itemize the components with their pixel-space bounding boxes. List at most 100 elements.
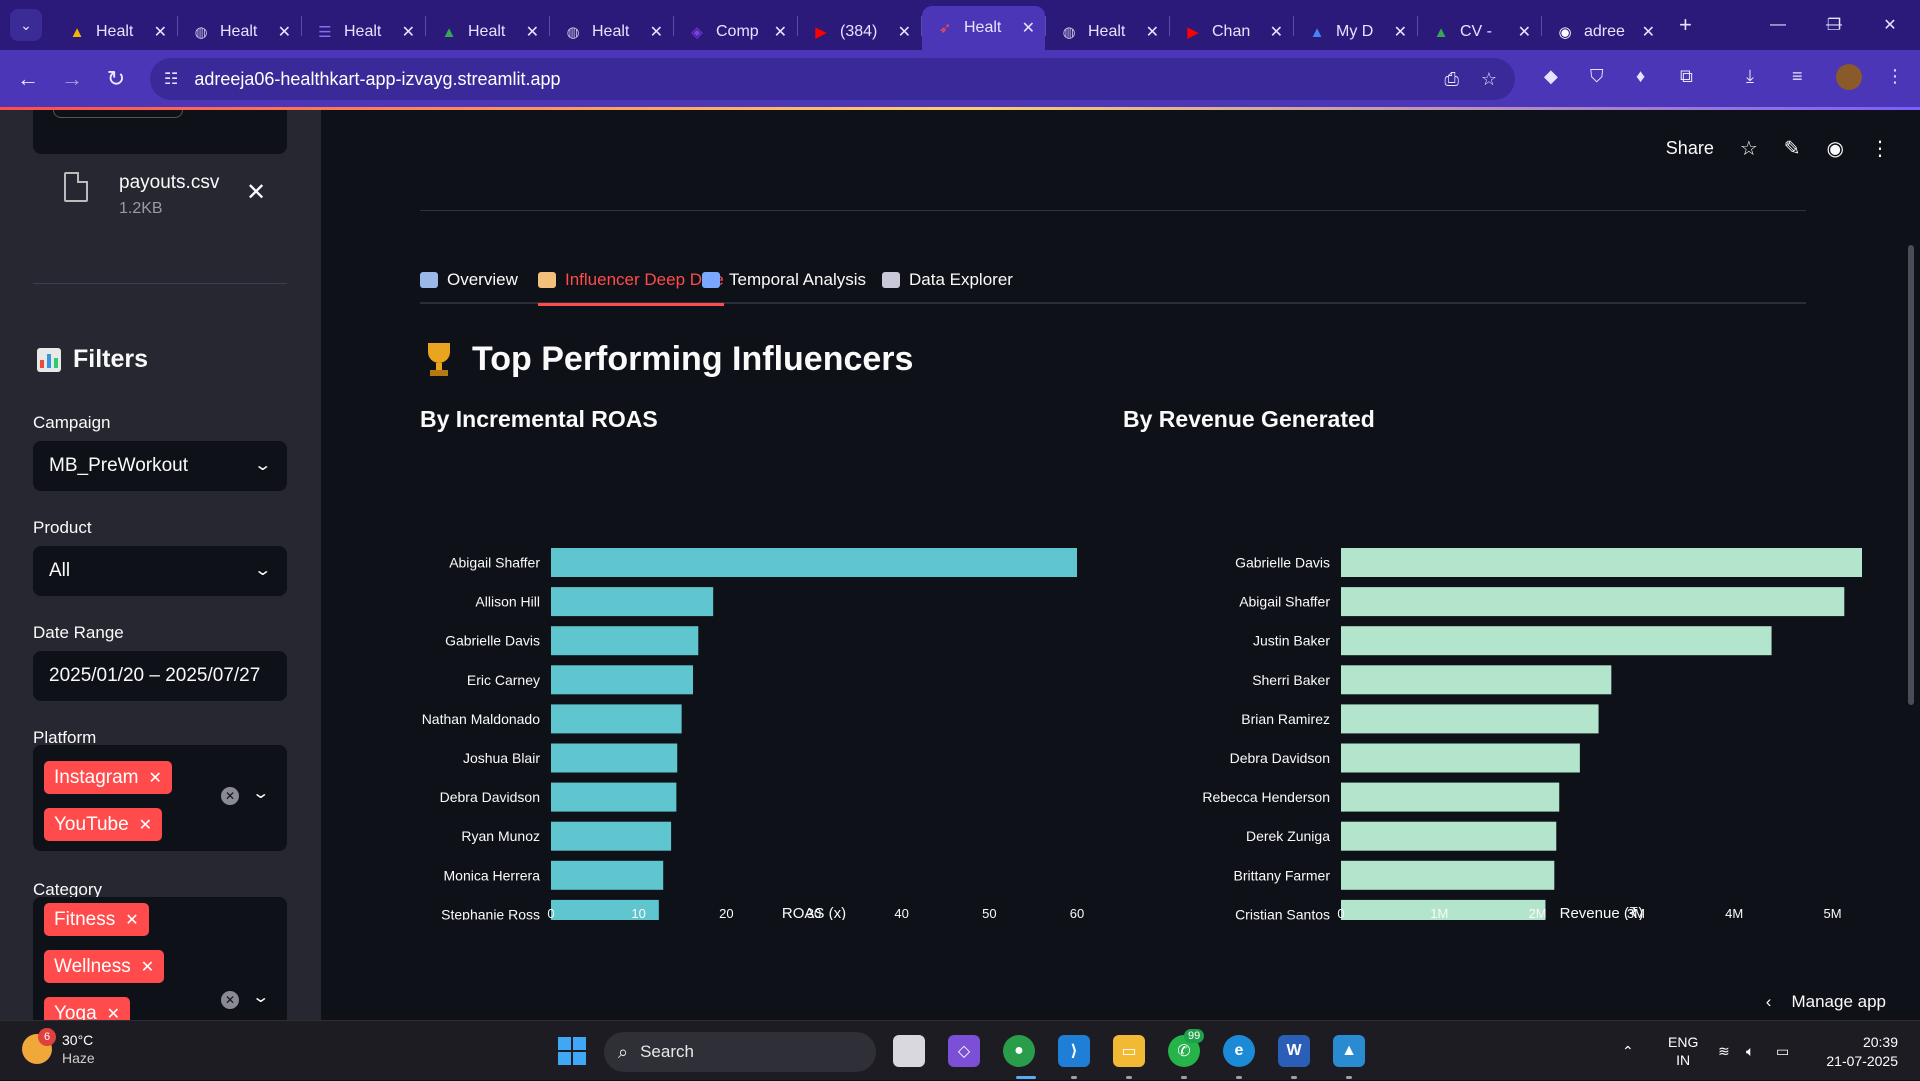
bar[interactable] bbox=[551, 821, 672, 851]
browser-tab[interactable]: ▲ My D ✕ bbox=[1294, 14, 1417, 50]
close-tab-icon[interactable]: ✕ bbox=[1394, 22, 1407, 42]
minimize-icon[interactable]: — bbox=[1750, 0, 1806, 50]
tab-temporal-analysis[interactable]: Temporal Analysis bbox=[702, 256, 866, 304]
date-range-input[interactable]: 2025/01/20 – 2025/07/27 bbox=[33, 651, 287, 701]
address-bar[interactable]: ☷ adreeja06-healthkart-app-izvayg.stream… bbox=[150, 58, 1515, 100]
bar[interactable] bbox=[551, 548, 1077, 577]
system-clock[interactable]: 20:39 21-07-2025 bbox=[1826, 1033, 1898, 1071]
edit-pencil-icon[interactable]: ✎ bbox=[1784, 136, 1801, 161]
profile-avatar[interactable] bbox=[1836, 64, 1862, 90]
media-controls-icon[interactable]: ≡ bbox=[1792, 66, 1803, 87]
install-app-icon[interactable]: ⎙ bbox=[1444, 69, 1458, 90]
browser-menu-icon[interactable]: ⋮ bbox=[1886, 66, 1904, 87]
chip-remove-icon[interactable]: ✕ bbox=[148, 768, 161, 788]
close-tab-icon[interactable]: ✕ bbox=[898, 22, 911, 42]
close-tab-icon[interactable]: ✕ bbox=[402, 22, 415, 42]
browser-tab[interactable]: ◈ Comp ✕ bbox=[674, 14, 797, 50]
platform-multiselect[interactable]: Instagram ✕ YouTube ✕ ✕ ⌄ bbox=[33, 745, 287, 851]
visual-studio-icon[interactable]: ◇ bbox=[948, 1035, 980, 1067]
browser-tab[interactable]: ◍ Healt ✕ bbox=[1046, 14, 1169, 50]
category-chip[interactable]: Fitness ✕ bbox=[44, 903, 149, 936]
new-tab-button[interactable]: + bbox=[1679, 12, 1692, 38]
forward-icon[interactable]: → bbox=[50, 57, 94, 101]
browser-tab[interactable]: ◍ Healt ✕ bbox=[178, 14, 301, 50]
category-multiselect[interactable]: Fitness ✕ Wellness ✕ Yoga ✕ ✕ ⌄ bbox=[33, 897, 287, 1020]
star-icon[interactable]: ☆ bbox=[1740, 136, 1758, 161]
close-window-icon[interactable]: ✕ bbox=[1862, 0, 1918, 50]
bar[interactable] bbox=[1341, 548, 1862, 577]
extension-1-icon[interactable]: ◆ bbox=[1544, 66, 1558, 87]
bar[interactable] bbox=[551, 704, 682, 734]
browser-tab[interactable]: ▲ Healt ✕ bbox=[426, 14, 549, 50]
weather-widget[interactable]: 6 30°C Haze bbox=[22, 1028, 95, 1067]
task-view-icon[interactable] bbox=[893, 1035, 925, 1067]
back-icon[interactable]: ← bbox=[6, 57, 50, 101]
share-button[interactable]: Share bbox=[1666, 138, 1714, 159]
tab-influencer-deep-dive[interactable]: Influencer Deep Dive bbox=[538, 256, 724, 306]
tab-data-explorer[interactable]: Data Explorer bbox=[882, 256, 1013, 304]
category-chip[interactable]: Yoga ✕ bbox=[44, 997, 131, 1020]
extension-3-icon[interactable]: ♦ bbox=[1636, 66, 1645, 87]
browse-files-button[interactable] bbox=[53, 110, 183, 118]
file-explorer-icon[interactable]: ▭ bbox=[1113, 1035, 1145, 1067]
bar[interactable] bbox=[1341, 782, 1560, 812]
tab-overview[interactable]: Overview bbox=[420, 256, 518, 304]
tray-overflow-icon[interactable]: ⌃ bbox=[1622, 1021, 1634, 1081]
bar[interactable] bbox=[1341, 626, 1772, 656]
bar[interactable] bbox=[551, 587, 714, 617]
chevron-down-icon[interactable]: ⌄ bbox=[251, 783, 270, 803]
volume-icon[interactable]: 🔈︎ bbox=[1746, 1021, 1754, 1081]
start-windows-icon[interactable] bbox=[558, 1037, 586, 1065]
close-tab-icon[interactable]: ✕ bbox=[774, 22, 787, 42]
chip-remove-icon[interactable]: ✕ bbox=[125, 910, 138, 930]
platform-chip[interactable]: Instagram ✕ bbox=[44, 761, 172, 794]
url-text[interactable]: adreeja06-healthkart-app-izvayg.streamli… bbox=[194, 69, 560, 90]
close-tab-icon[interactable]: ✕ bbox=[650, 22, 663, 42]
browser-tab[interactable]: ▶ (384) ✕ bbox=[798, 14, 921, 50]
platform-chip[interactable]: YouTube ✕ bbox=[44, 808, 163, 841]
tab-search-button[interactable]: ⌄ bbox=[10, 9, 42, 41]
vscode-icon[interactable]: ⟩ bbox=[1058, 1035, 1090, 1067]
close-tab-icon[interactable]: ✕ bbox=[1270, 22, 1283, 42]
bar[interactable] bbox=[1341, 587, 1845, 617]
main-scrollbar[interactable] bbox=[1908, 245, 1914, 705]
close-tab-icon[interactable]: ✕ bbox=[1146, 22, 1159, 42]
close-tab-icon[interactable]: ✕ bbox=[1642, 22, 1655, 42]
bar[interactable] bbox=[1341, 743, 1580, 773]
product-select[interactable]: All ⌄ bbox=[33, 546, 287, 596]
extension-shield-icon[interactable]: ⛉ bbox=[1590, 66, 1604, 87]
chip-remove-icon[interactable]: ✕ bbox=[139, 815, 152, 835]
bar[interactable] bbox=[1341, 821, 1557, 851]
bar[interactable] bbox=[551, 665, 694, 695]
remove-file-icon[interactable]: ✕ bbox=[246, 178, 266, 207]
campaign-select[interactable]: MB_PreWorkout ⌄ bbox=[33, 441, 287, 491]
browser-tab[interactable]: ◉ adree ✕ bbox=[1542, 14, 1665, 50]
bar[interactable] bbox=[1341, 860, 1555, 890]
browser-tab[interactable]: ☰ Healt ✕ bbox=[302, 14, 425, 50]
browser-tab[interactable]: ◍ Healt ✕ bbox=[550, 14, 673, 50]
bar[interactable] bbox=[551, 743, 678, 773]
chevron-down-icon[interactable]: ⌄ bbox=[251, 987, 270, 1007]
close-tab-icon[interactable]: ✕ bbox=[1518, 22, 1531, 42]
close-tab-icon[interactable]: ✕ bbox=[1022, 18, 1035, 38]
site-info-icon[interactable]: ☷ bbox=[164, 69, 178, 89]
bar[interactable] bbox=[551, 626, 699, 656]
bar[interactable] bbox=[1341, 665, 1612, 695]
category-chip[interactable]: Wellness ✕ bbox=[44, 950, 165, 983]
edge-icon[interactable]: e bbox=[1223, 1035, 1255, 1067]
downloads-icon[interactable]: ⤓ bbox=[1746, 66, 1754, 87]
browser-tab[interactable]: ▲ Healt ✕ bbox=[54, 14, 177, 50]
wifi-icon[interactable]: ≋ bbox=[1718, 1021, 1730, 1081]
close-tab-icon[interactable]: ✕ bbox=[278, 22, 291, 42]
close-tab-icon[interactable]: ✕ bbox=[526, 22, 539, 42]
taskbar-search[interactable]: ⌕ Search bbox=[604, 1032, 876, 1072]
language-indicator[interactable]: ENG IN bbox=[1668, 1021, 1698, 1081]
photos-icon[interactable]: ▲ bbox=[1333, 1035, 1365, 1067]
reload-icon[interactable]: ↻ bbox=[94, 57, 138, 101]
clear-all-icon[interactable]: ✕ bbox=[221, 991, 239, 1009]
manage-app-button[interactable]: ‹ Manage app bbox=[1766, 992, 1886, 1012]
bar[interactable] bbox=[1341, 704, 1599, 734]
browser-tab[interactable]: ▶ Chan ✕ bbox=[1170, 14, 1293, 50]
bookmark-star-icon[interactable]: ☆ bbox=[1481, 69, 1497, 90]
bar[interactable] bbox=[551, 860, 664, 890]
